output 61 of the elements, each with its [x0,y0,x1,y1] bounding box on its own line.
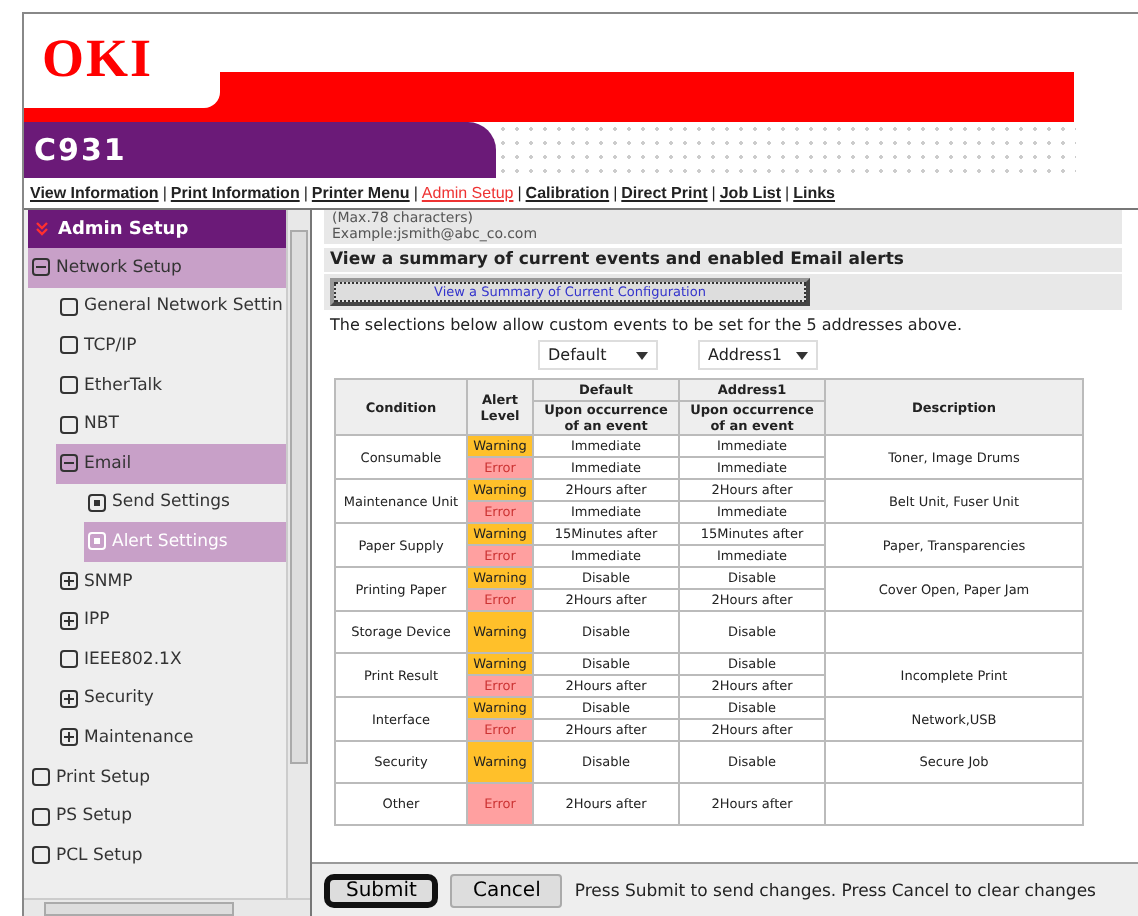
minus-box-icon [32,258,50,277]
nav-link[interactable]: Links [793,184,836,202]
nav-link[interactable]: Calibration [525,184,610,202]
square-icon [32,807,50,826]
nav-link[interactable]: Job List [719,184,782,202]
sidebar-item[interactable]: Print Setup [28,757,286,797]
square-icon [60,336,78,355]
plus-box-icon [60,728,78,747]
separator: | [785,184,790,202]
nav-link[interactable]: Admin Setup [421,184,514,202]
plus-box-icon [60,611,78,630]
square-icon [60,376,78,395]
sidebar-item[interactable]: Email [56,443,286,484]
minus-box-icon [60,454,78,473]
plus-box-icon [60,689,78,708]
square-icon [60,650,78,669]
sidebar-item[interactable]: General Network Settin [56,287,286,327]
separator: | [711,184,716,202]
dropdown[interactable]: Address1 [698,340,818,370]
section-heading: View a summary of current events and enabled Email alerts [324,248,1122,272]
caret-icon [796,351,808,359]
nav-link[interactable]: Direct Print [621,184,708,202]
separator: | [613,184,618,202]
dropdown[interactable]: Default [538,340,658,370]
dotted-square-icon [88,493,106,512]
chevron-down-icon [36,222,48,236]
intro-text: The selections below allow custom events to be set for the 5 addresses above. [328,314,964,338]
caret-icon [636,351,648,359]
logo: OKI [42,32,154,86]
plus-box-icon [60,572,78,591]
sidebar-item[interactable]: PCL Setup [28,835,286,875]
sidebar-item[interactable]: EtherTalk [56,365,286,405]
footer-note: Press Submit to send changes. Press Cancel to clear changes [574,881,1096,901]
sidebar-item[interactable]: Network Setup [28,248,286,288]
square-icon [60,297,78,316]
footer-button[interactable]: Submit [324,874,439,908]
sidebar-item[interactable]: SNMP [56,561,286,601]
sidebar-item[interactable]: NBT [56,404,286,444]
model-name: C931 [24,122,496,178]
nav-link[interactable]: Printer Menu [311,184,410,202]
separator: | [162,184,167,202]
sidebar-item[interactable]: TCP/IP [56,326,286,366]
square-icon [32,846,50,865]
nav-link[interactable]: Print Information [170,184,300,202]
separator: | [517,184,522,202]
sidebar-item[interactable]: Security [56,679,286,719]
sidebar-item[interactable]: Maintenance [56,718,286,758]
sidebar-item[interactable]: IPP [56,600,286,640]
footer-button[interactable]: Cancel [450,874,563,908]
scrollbar[interactable] [286,210,310,898]
square-icon [32,768,50,787]
sidebar-item[interactable]: PS Setup [28,796,286,836]
square-icon [60,415,78,434]
scrollbar[interactable] [24,898,310,916]
separator: | [413,184,418,202]
separator: | [303,184,308,202]
sidebar-title-text: Admin Setup [58,219,189,239]
sidebar-item[interactable]: Send Settings [84,483,286,523]
sidebar-item[interactable]: IEEE802.1X [56,639,286,680]
dotted-square-icon [88,532,106,551]
nav-link[interactable]: View Information [30,184,159,202]
